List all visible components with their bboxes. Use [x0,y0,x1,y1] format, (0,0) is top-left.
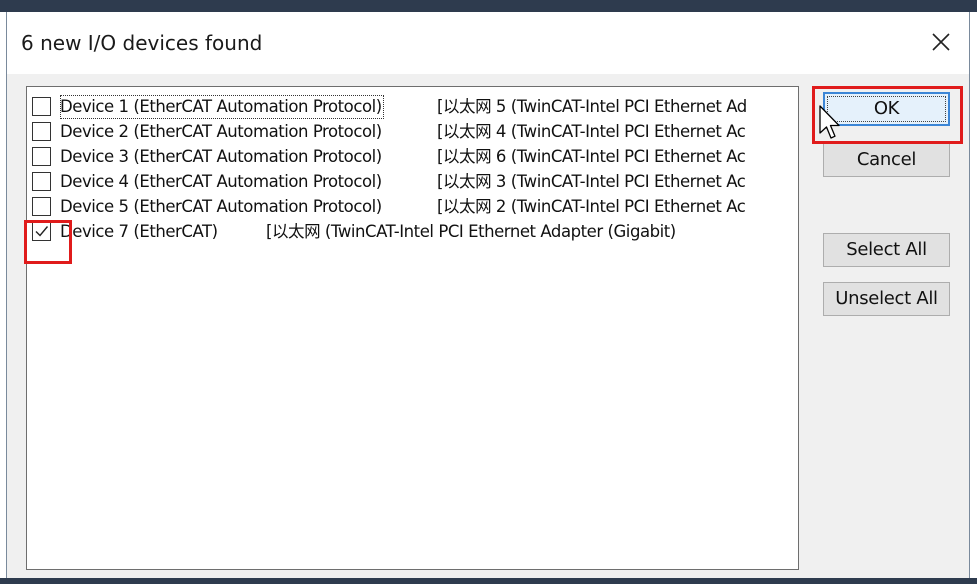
device-row-3[interactable]: Device 3 (EtherCAT Automation Protocol) … [32,145,798,169]
device-checkbox-2[interactable] [32,122,51,141]
ok-button[interactable]: OK [823,92,950,126]
window-top-edge [0,0,977,12]
dialog-title: 6 new I/O devices found [21,31,263,55]
device-name: Device 7 (EtherCAT) [60,222,218,241]
device-checkbox-5[interactable] [32,197,51,216]
device-row-4[interactable]: Device 4 (EtherCAT Automation Protocol) … [32,170,798,194]
device-adapter: [以太网 6 (TwinCAT-Intel PCI Ethernet Ac [437,147,746,166]
device-list[interactable]: Device 1 (EtherCAT Automation Protocol) … [26,86,799,570]
dialog-titlebar: 6 new I/O devices found [7,12,969,74]
select-all-button[interactable]: Select All [823,233,950,267]
device-adapter: [以太网 3 (TwinCAT-Intel PCI Ethernet Ac [437,172,746,191]
device-name: Device 2 (EtherCAT Automation Protocol) [60,122,382,141]
focus-rectangle [827,96,946,122]
device-adapter: [以太网 (TwinCAT-Intel PCI Ethernet Adapter… [266,222,676,241]
new-io-devices-dialog: 6 new I/O devices found Device 1 (EtherC… [6,12,970,578]
cancel-button[interactable]: Cancel [823,143,950,177]
checkmark-icon [35,226,49,237]
device-name: Device 3 (EtherCAT Automation Protocol) [60,147,382,166]
device-adapter: [以太网 2 (TwinCAT-Intel PCI Ethernet Ac [437,197,746,216]
close-icon [932,33,950,51]
device-checkbox-7[interactable] [32,222,51,241]
window-bottom-edge [0,578,977,584]
device-row-1[interactable]: Device 1 (EtherCAT Automation Protocol) … [32,95,798,119]
device-name: Device 4 (EtherCAT Automation Protocol) [60,172,382,191]
device-row-7[interactable]: Device 7 (EtherCAT) [以太网 (TwinCAT-Intel … [32,220,798,244]
device-checkbox-1[interactable] [32,97,51,116]
device-name: Device 5 (EtherCAT Automation Protocol) [60,197,382,216]
device-checkbox-4[interactable] [32,172,51,191]
device-name: Device 1 (EtherCAT Automation Protocol) [60,95,384,119]
close-button[interactable] [925,26,957,58]
device-row-5[interactable]: Device 5 (EtherCAT Automation Protocol) … [32,195,798,219]
unselect-all-button[interactable]: Unselect All [823,282,950,316]
device-row-2[interactable]: Device 2 (EtherCAT Automation Protocol) … [32,120,798,144]
device-checkbox-3[interactable] [32,147,51,166]
device-adapter: [以太网 5 (TwinCAT-Intel PCI Ethernet Ad [437,97,747,116]
device-adapter: [以太网 4 (TwinCAT-Intel PCI Ethernet Ac [437,122,746,141]
